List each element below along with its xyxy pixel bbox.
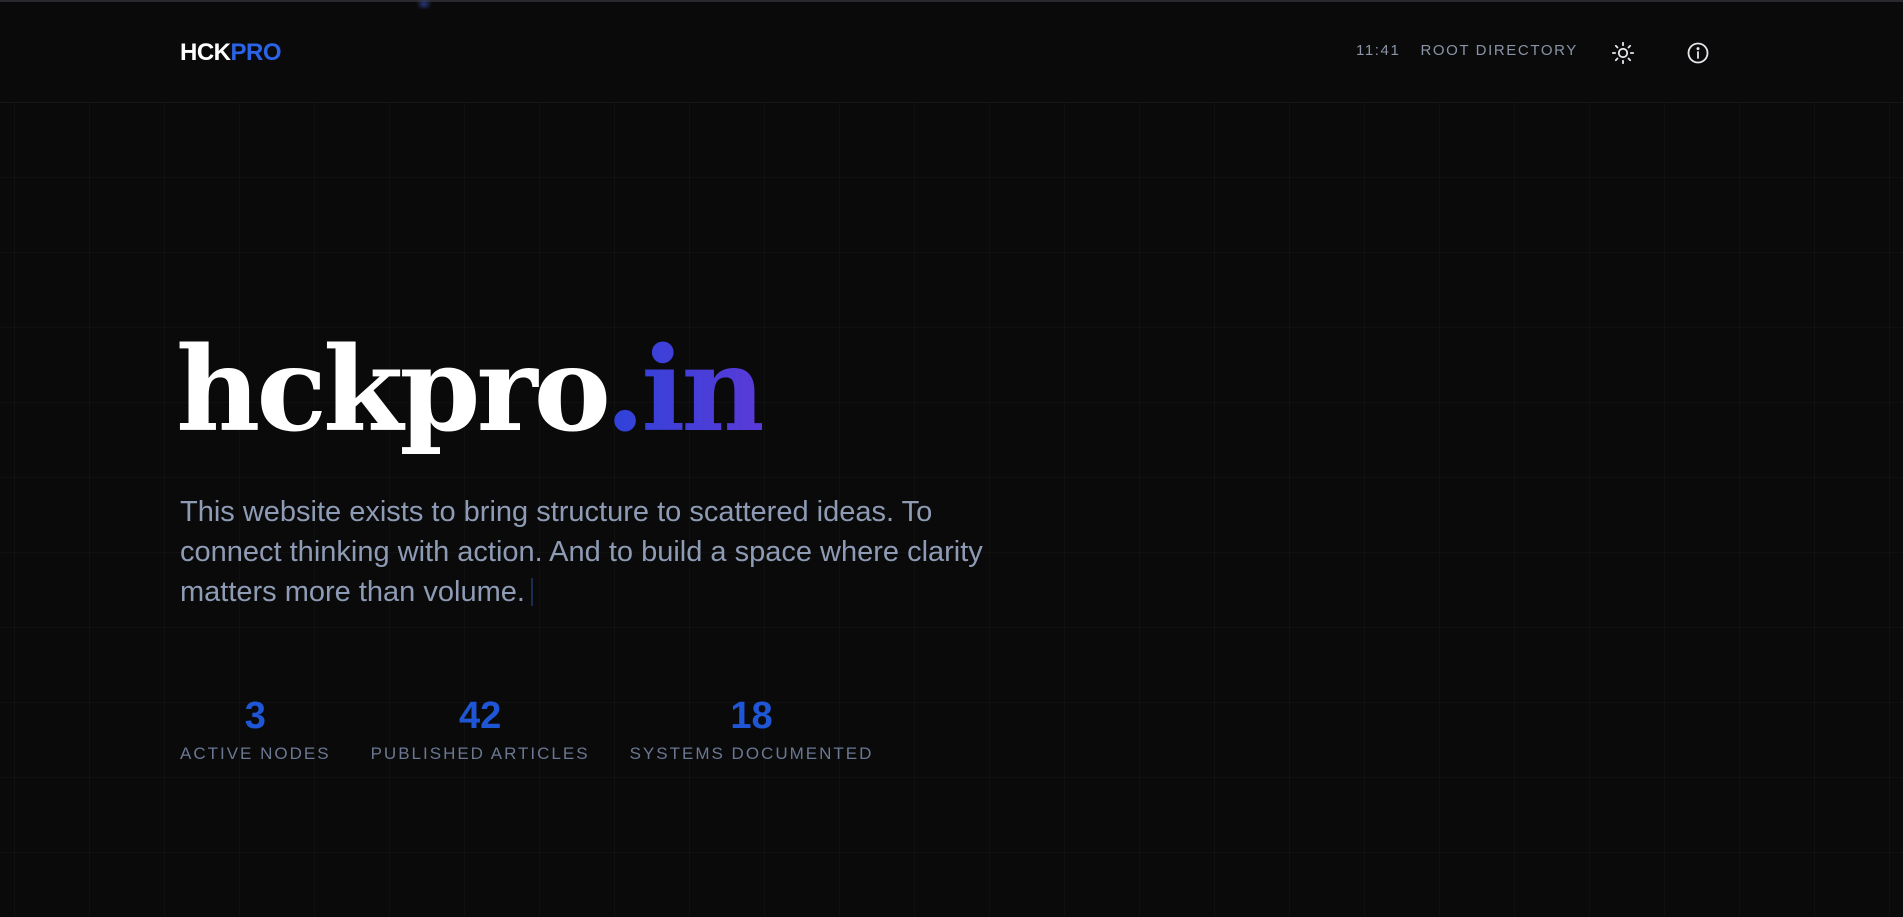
site-header: HCKPRO 11:41 ROOT DIRECTORY [0, 0, 1903, 103]
stat-label: ACTIVE NODES [180, 744, 331, 763]
stat-active-nodes: 3 ACTIVE NODES [180, 694, 331, 764]
clock: 11:41 [1356, 42, 1401, 59]
stat-value: 3 [244, 695, 266, 737]
typing-caret [530, 578, 533, 606]
stats-row: 3 ACTIVE NODES 42 PUBLISHED ARTICLES 18 … [180, 694, 873, 764]
logo-text-pro: PRO [230, 39, 282, 66]
hero-title-accent: .in [604, 322, 766, 458]
hero-description: This website exists to bring structure t… [180, 492, 1040, 612]
stat-published-articles: 42 PUBLISHED ARTICLES [371, 694, 590, 764]
header-nav: 11:41 ROOT DIRECTORY [1356, 42, 1578, 59]
hero-description-text: This website exists to bring structure t… [180, 496, 983, 608]
stat-label: PUBLISHED ARTICLES [370, 744, 590, 763]
sun-icon [1611, 41, 1635, 65]
stat-label: SYSTEMS DOCUMENTED [629, 744, 874, 763]
theme-toggle-button[interactable] [1608, 38, 1638, 68]
root-directory-link[interactable]: ROOT DIRECTORY [1420, 42, 1577, 59]
glow-dot [416, 0, 432, 10]
stat-value: 18 [730, 695, 773, 737]
stat-systems-documented: 18 SYSTEMS DOCUMENTED [630, 694, 874, 764]
logo-text-hck: HCK [180, 39, 231, 66]
grid-background [0, 0, 1903, 917]
site-logo[interactable]: HCKPRO [180, 39, 282, 67]
hero-title-main: hckpro [176, 322, 609, 458]
hero-title: hckpro.in [176, 332, 766, 448]
info-button[interactable] [1683, 38, 1713, 68]
stat-value: 42 [458, 695, 502, 737]
info-icon [1687, 42, 1709, 64]
